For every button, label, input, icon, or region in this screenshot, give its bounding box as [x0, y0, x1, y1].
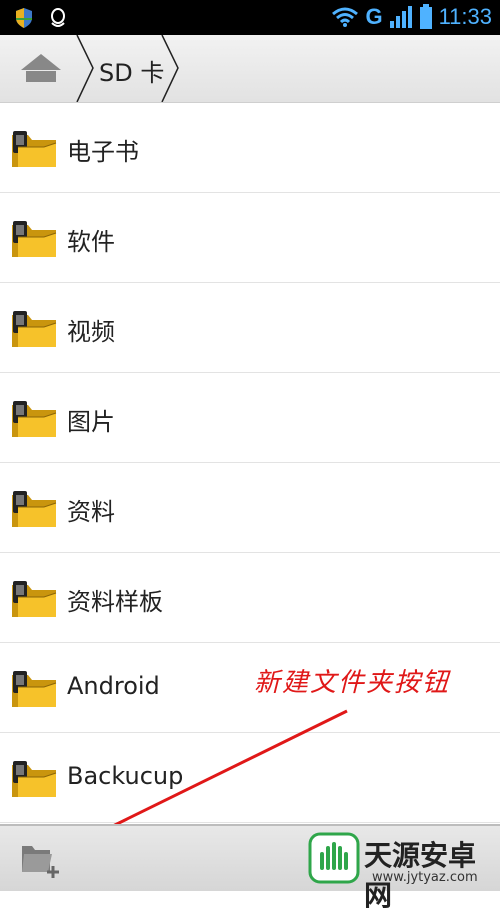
folder-name: 电子书 [67, 138, 139, 166]
folder-row[interactable]: 电子书 [0, 103, 500, 193]
home-button[interactable] [0, 35, 80, 102]
folder-row[interactable]: 资料样板 [0, 553, 500, 643]
battery-icon [419, 4, 432, 29]
new-folder-button[interactable] [18, 840, 68, 880]
folder-icon [12, 491, 57, 527]
status-bar: G 11:33 [0, 0, 500, 35]
annotation-text: 新建文件夹按钮 [254, 668, 451, 698]
clock: 11:33 [438, 4, 492, 29]
folder-row[interactable]: Backucup [0, 733, 500, 823]
folder-icon [12, 401, 57, 437]
chevron-right-icon [161, 35, 179, 102]
home-icon [21, 54, 61, 82]
qq-icon [51, 8, 65, 27]
folder-icon [12, 761, 57, 797]
folder-name: 资料样板 [67, 588, 163, 616]
folder-row[interactable]: 图片 [0, 373, 500, 463]
signal-icon [389, 6, 412, 28]
new-folder-icon [22, 846, 59, 878]
folder-name: 视频 [67, 318, 115, 346]
wifi-icon [332, 7, 359, 27]
folder-icon [12, 131, 57, 167]
folder-row[interactable]: 资料 [0, 463, 500, 553]
shield-icon [16, 8, 32, 28]
breadcrumb-current[interactable]: SD 卡 [99, 53, 164, 88]
folder-name: 图片 [67, 408, 115, 436]
android-logo-icon [308, 832, 360, 884]
watermark-url: www.jytyaz.com [372, 870, 478, 885]
watermark: 天源安卓网 www.jytyaz.com [300, 826, 500, 912]
folder-icon [12, 671, 57, 707]
folder-row[interactable]: 软件 [0, 193, 500, 283]
chevron-right-icon [76, 35, 94, 102]
folder-name: Android [67, 672, 160, 700]
folder-icon [12, 311, 57, 347]
folder-name: 软件 [67, 228, 115, 256]
network-type: G [365, 4, 383, 29]
folder-icon [12, 221, 57, 257]
breadcrumb: SD 卡 [0, 35, 500, 103]
file-list: 电子书软件视频图片资料资料样板 Android Backucup [0, 103, 500, 823]
folder-row[interactable]: 视频 [0, 283, 500, 373]
folder-name: Backucup [67, 762, 184, 790]
folder-name: 资料 [67, 498, 115, 526]
folder-icon [12, 581, 57, 617]
